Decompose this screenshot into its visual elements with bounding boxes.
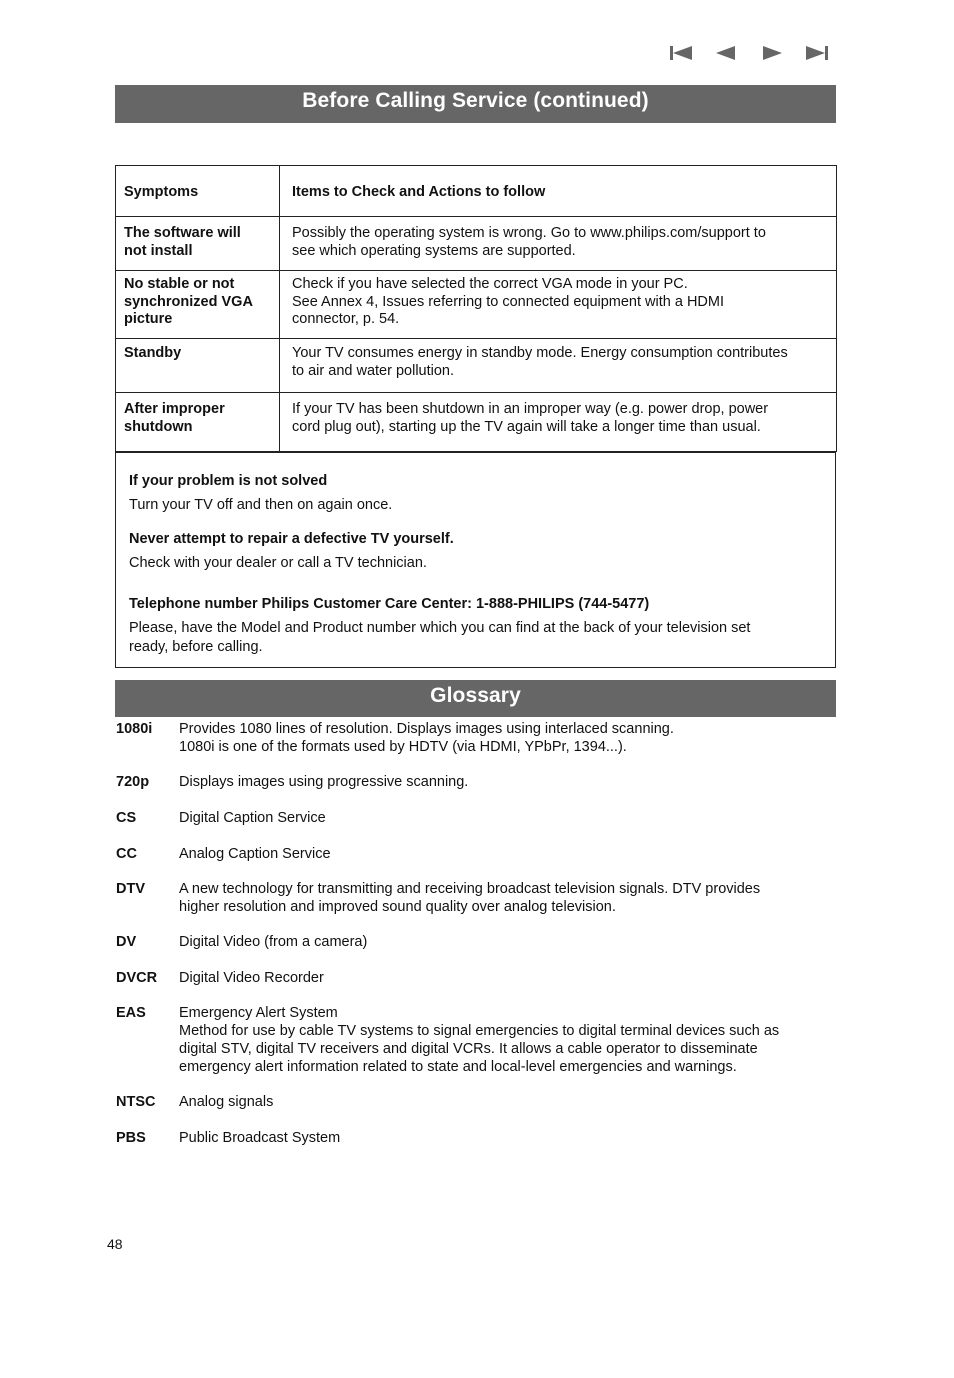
glossary-definition: Digital Video Recorder xyxy=(179,970,324,986)
help-heading: If your problem is not solved xyxy=(129,473,328,489)
symptom-cell: After improper shutdown xyxy=(115,392,280,452)
glossary-entry: EAS Emergency Alert System Method for us… xyxy=(116,1004,836,1076)
first-page-icon[interactable] xyxy=(668,44,694,62)
page-number: 48 xyxy=(107,1236,123,1252)
last-page-icon[interactable] xyxy=(804,44,830,62)
section-title-banner: Before Calling Service (continued) xyxy=(115,85,836,123)
table-row: No stable or not synchronized VGA pictur… xyxy=(115,270,837,339)
table-row: After improper shutdown If your TV has b… xyxy=(115,392,837,452)
action-cell: If your TV has been shutdown in an impro… xyxy=(279,392,837,452)
glossary-term: DVCR xyxy=(116,970,158,986)
troubleshooting-table: Symptoms Items to Check and Actions to f… xyxy=(115,165,837,452)
glossary-entry: DVCR Digital Video Recorder xyxy=(116,969,836,987)
help-block-telephone: Telephone number Philips Customer Care C… xyxy=(129,595,815,657)
glossary-entry: CC Analog Caption Service xyxy=(116,845,836,863)
glossary-definition: Analog Caption Service xyxy=(179,846,331,862)
help-box: If your problem is not solved Turn your … xyxy=(115,452,836,668)
glossary-definition: Displays images using progressive scanni… xyxy=(179,774,469,790)
table-row: The software will not install Possibly t… xyxy=(115,216,837,271)
next-page-icon[interactable] xyxy=(759,44,785,62)
glossary-entry: NTSC Analog signals xyxy=(116,1093,836,1111)
glossary-definition: Digital Caption Service xyxy=(179,810,326,826)
glossary-definition: Digital Video (from a camera) xyxy=(179,934,368,950)
symptom-cell: No stable or not synchronized VGA pictur… xyxy=(115,270,280,339)
symptom-cell: The software will not install xyxy=(115,216,280,271)
symptom-cell: Standby xyxy=(115,338,280,393)
glossary-definition: Analog signals xyxy=(179,1094,274,1110)
help-heading: Telephone number Philips Customer Care C… xyxy=(129,596,650,612)
page-navigation xyxy=(668,43,830,63)
glossary-term: 720p xyxy=(116,774,150,790)
glossary-definition: Provides 1080 lines of resolution. Displ… xyxy=(179,721,674,755)
help-heading: Never attempt to repair a defective TV y… xyxy=(129,531,454,547)
previous-page-icon[interactable] xyxy=(713,44,739,62)
column-header-actions: Items to Check and Actions to follow xyxy=(279,165,837,217)
glossary-entry: PBS Public Broadcast System xyxy=(116,1129,836,1147)
glossary-term: PBS xyxy=(116,1130,146,1146)
glossary-term: DV xyxy=(116,934,137,950)
help-text: Please, have the Model and Product numbe… xyxy=(129,620,751,655)
table-row: Standby Your TV consumes energy in stand… xyxy=(115,338,837,393)
glossary-term: DTV xyxy=(116,881,145,897)
glossary-entry: DTV A new technology for transmitting an… xyxy=(116,880,836,916)
table-header-row: Symptoms Items to Check and Actions to f… xyxy=(115,165,837,217)
glossary-term: CC xyxy=(116,846,137,862)
help-text: Check with your dealer or call a TV tech… xyxy=(129,555,427,571)
help-text: Turn your TV off and then on again once. xyxy=(129,497,393,513)
glossary-entry: CS Digital Caption Service xyxy=(116,809,836,827)
glossary-definition: Emergency Alert System Method for use by… xyxy=(179,1005,780,1075)
help-block-never-repair: Never attempt to repair a defective TV y… xyxy=(129,530,815,573)
column-header-symptoms: Symptoms xyxy=(115,165,280,217)
glossary-term: 1080i xyxy=(116,721,153,737)
glossary-entry: 1080i Provides 1080 lines of resolution.… xyxy=(116,720,836,756)
glossary-title-banner: Glossary xyxy=(115,680,836,717)
action-cell: Your TV consumes energy in standby mode.… xyxy=(279,338,837,393)
glossary-entry: DV Digital Video (from a camera) xyxy=(116,933,836,951)
help-block-not-solved: If your problem is not solved Turn your … xyxy=(129,472,815,515)
action-cell: Possibly the operating system is wrong. … xyxy=(279,216,837,271)
glossary-entry: 720p Displays images using progressive s… xyxy=(116,773,836,791)
glossary-definition: Public Broadcast System xyxy=(179,1130,341,1146)
glossary-term: EAS xyxy=(116,1005,146,1021)
glossary-term: CS xyxy=(116,810,137,826)
action-cell: Check if you have selected the correct V… xyxy=(279,270,837,339)
glossary-term: NTSC xyxy=(116,1094,156,1110)
glossary-definition: A new technology for transmitting and re… xyxy=(179,881,761,915)
